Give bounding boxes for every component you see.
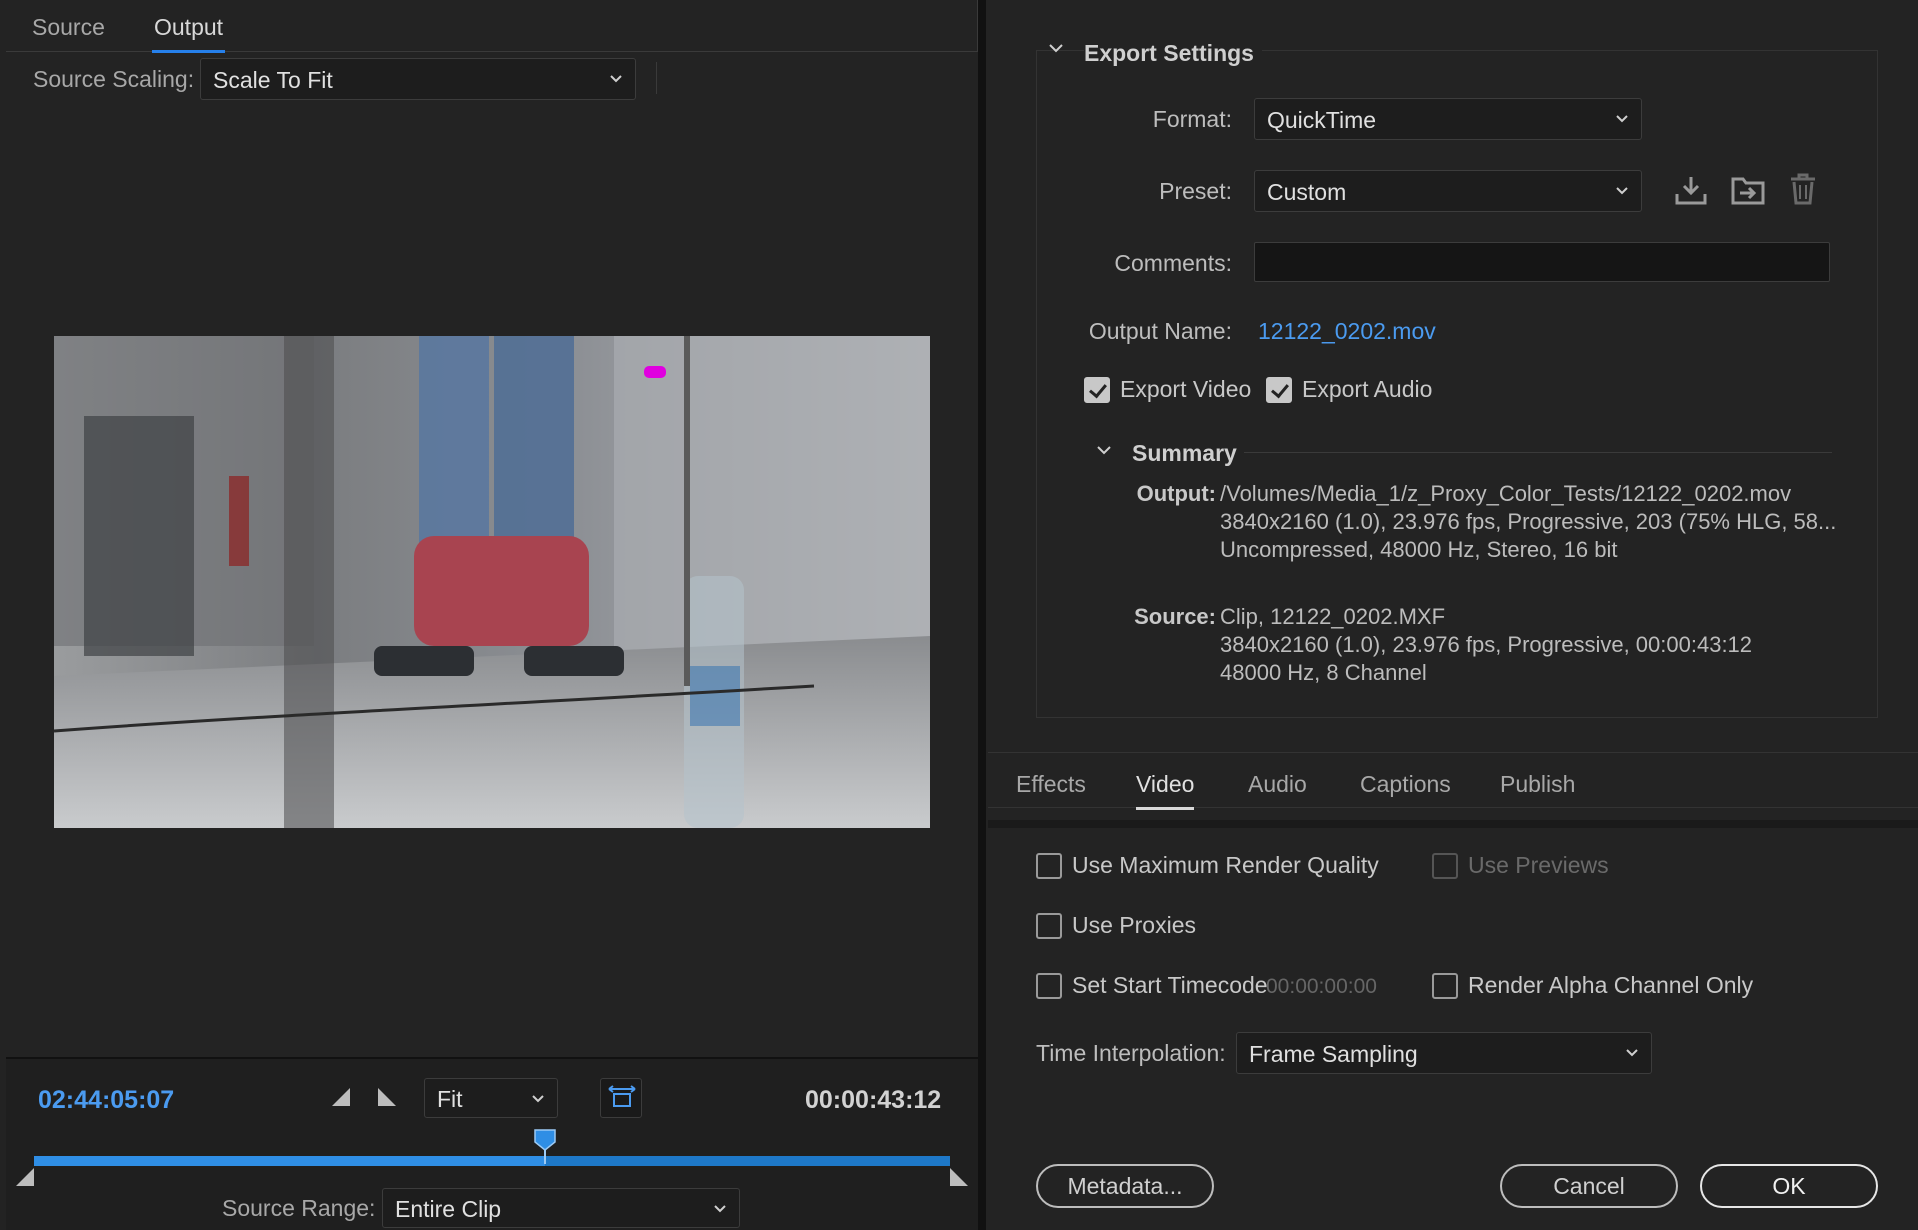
output-name-link[interactable]: 12122_0202.mov [1258,318,1436,345]
cancel-button[interactable]: Cancel [1500,1164,1678,1208]
checkbox-indicator [1036,972,1062,999]
zoom-level-dropdown[interactable]: Fit [424,1078,558,1118]
ok-button[interactable]: OK [1700,1164,1878,1208]
preview-tab-bar: Source Output [6,0,978,53]
comments-input[interactable] [1254,242,1830,282]
format-dropdown[interactable]: QuickTime [1254,98,1642,140]
save-preset-icon[interactable] [1674,174,1708,206]
export-audio-checkbox[interactable]: Export Audio [1266,376,1432,403]
chevron-down-icon [610,75,622,83]
zoom-level-value: Fit [437,1086,463,1112]
tab-audio[interactable]: Audio [1248,771,1307,798]
aspect-ratio-correction-button[interactable] [600,1078,642,1118]
set-out-point-icon[interactable] [376,1086,398,1108]
source-range-value: Entire Clip [395,1196,502,1222]
collapse-export-settings-icon[interactable] [1048,40,1064,56]
chevron-down-icon [1616,187,1628,195]
format-value: QuickTime [1267,107,1377,133]
use-proxies-label: Use Proxies [1072,912,1196,938]
collapse-summary-icon[interactable] [1096,442,1112,458]
summary-source-line: Clip, 12122_0202.MXF [1220,604,1446,629]
timeline-scrubber-track[interactable] [34,1156,950,1166]
tab-effects[interactable]: Effects [1016,771,1086,798]
summary-source-line: 48000 Hz, 8 Channel [1220,660,1427,685]
summary-source-line: 3840x2160 (1.0), 23.976 fps, Progressive… [1220,632,1753,657]
source-range-dropdown[interactable]: Entire Clip [382,1188,740,1228]
checkbox-indicator [1036,912,1062,939]
use-proxies-checkbox[interactable]: Use Proxies [1036,912,1196,939]
format-label: Format: [1152,106,1232,132]
max-render-quality-checkbox[interactable]: Use Maximum Render Quality [1036,852,1379,879]
set-start-timecode-label: Set Start Timecode [1072,972,1268,998]
summary-output-line: Uncompressed, 48000 Hz, Stereo, 16 bit [1220,537,1618,562]
max-render-quality-label: Use Maximum Render Quality [1072,852,1379,878]
checkbox-indicator [1432,852,1458,879]
summary-source-label: Source: [1134,604,1216,629]
chevron-down-icon [1616,115,1628,123]
tab-content-divider [988,820,1918,828]
aspect-correction-icon [608,1085,636,1107]
source-range-label: Source Range: [222,1195,376,1221]
use-previews-checkbox[interactable]: Use Previews [1432,852,1609,879]
settings-tab-bar: Effects Video Audio Captions Publish [988,752,1918,810]
timeline-range-fill [34,1156,546,1166]
toolbar-separator [656,62,657,94]
source-scaling-label: Source Scaling: [33,66,195,92]
summary-output-line: 3840x2160 (1.0), 23.976 fps, Progressive… [1220,509,1837,534]
export-audio-label: Export Audio [1302,376,1433,402]
chevron-down-icon [714,1205,726,1213]
export-video-checkbox[interactable]: Export Video [1084,376,1251,403]
export-video-label: Export Video [1120,376,1252,402]
export-preview-panel: Source Output Source Scaling: Scale To F… [0,0,978,1230]
checkbox-indicator [1266,376,1292,403]
preset-label: Preset: [1159,178,1232,204]
summary-title: Summary [1132,440,1237,466]
metadata-button[interactable]: Metadata... [1036,1164,1214,1208]
time-interpolation-value: Frame Sampling [1249,1041,1418,1067]
comments-label: Comments: [1114,250,1232,276]
summary-output-label: Output: [1136,481,1216,506]
chevron-down-icon [532,1095,544,1103]
start-timecode-field[interactable]: 00:00:00:00 [1266,975,1377,999]
source-scaling-value: Scale To Fit [213,67,333,93]
import-preset-icon[interactable] [1730,174,1766,206]
render-alpha-only-checkbox[interactable]: Render Alpha Channel Only [1432,972,1753,999]
duration-timecode: 00:00:43:12 [805,1086,942,1114]
checkbox-indicator [1036,852,1062,879]
set-in-point-icon[interactable] [330,1086,352,1108]
tab-publish[interactable]: Publish [1500,771,1575,798]
output-name-label: Output Name: [1088,318,1232,344]
playhead-handle[interactable] [533,1128,557,1164]
out-point-marker-icon[interactable] [948,1166,970,1188]
chevron-down-icon [1626,1049,1638,1057]
video-preview-frame [54,336,930,828]
time-interpolation-dropdown[interactable]: Frame Sampling [1236,1032,1652,1074]
time-interpolation-label: Time Interpolation: [1036,1040,1226,1066]
render-alpha-only-label: Render Alpha Channel Only [1468,972,1754,998]
set-start-timecode-checkbox[interactable]: Set Start Timecode [1036,972,1268,999]
current-timecode[interactable]: 02:44:05:07 [38,1086,174,1115]
export-settings-title: Export Settings [1084,40,1262,67]
checkbox-indicator [1084,376,1110,403]
preview-image [54,336,930,828]
tab-source[interactable]: Source [32,14,105,41]
tab-output[interactable]: Output [151,14,226,53]
source-scaling-dropdown[interactable]: Scale To Fit [200,58,636,100]
preset-dropdown[interactable]: Custom [1254,170,1642,212]
panel-splitter[interactable] [978,0,986,1230]
tab-video[interactable]: Video [1136,771,1195,810]
delete-preset-icon[interactable] [1788,172,1818,206]
tab-captions[interactable]: Captions [1360,771,1451,798]
summary-output-line: /Volumes/Media_1/z_Proxy_Color_Tests/121… [1220,481,1792,506]
summary-divider [1244,452,1832,453]
preset-value: Custom [1267,179,1347,205]
use-previews-label: Use Previews [1468,852,1609,878]
checkbox-indicator [1432,972,1458,999]
in-point-marker-icon[interactable] [14,1166,36,1188]
